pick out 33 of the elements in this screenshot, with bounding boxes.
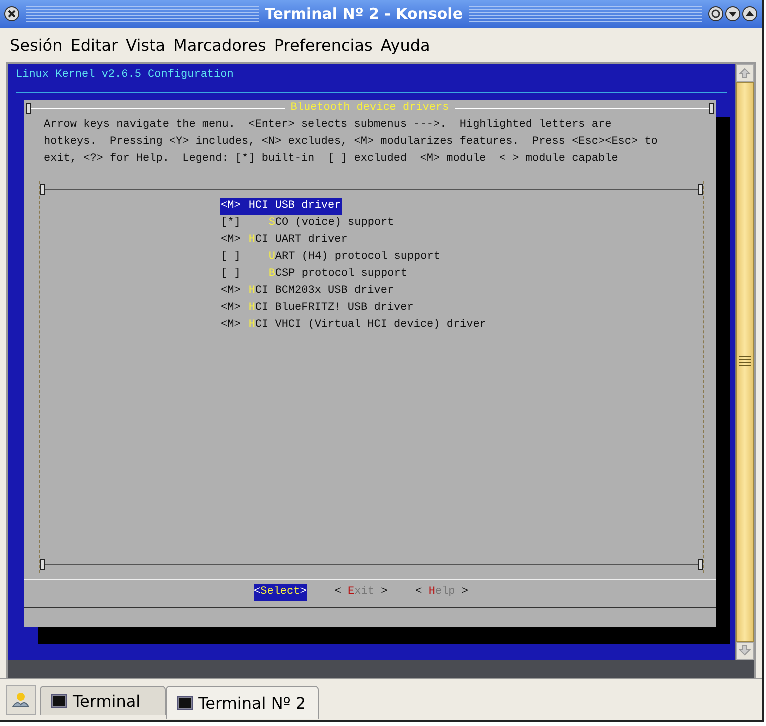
menu-item[interactable]: Marcadores [170, 36, 270, 54]
menu-option[interactable]: [*] SCO (voice) support [220, 215, 396, 232]
dialog-button[interactable]: < Exit > [334, 584, 388, 600]
close-button[interactable] [4, 6, 20, 22]
menu-option[interactable]: [ ] UART (H4) protocol support [220, 249, 442, 266]
menu-option[interactable]: <M> HCI VHCI (Virtual HCI device) driver [220, 317, 488, 334]
dialog-title: Bluetooth device drivers [290, 101, 450, 116]
help-text: hotkeys. Pressing <Y> includes, <N> excludes, <M> modularizes features. Press <Esc><Esc> to [44, 135, 659, 150]
help-text: exit, <?> for Help. Legend: [*] built-in [ ] excluded <M> module < > module capable [44, 152, 620, 167]
menu-item[interactable]: Vista [122, 36, 170, 54]
menu-option[interactable]: <M> HCI UART driver [220, 232, 349, 249]
dialog-button[interactable]: <Select> [254, 584, 307, 600]
menu-item[interactable]: Editar [66, 36, 122, 54]
menu-option[interactable]: <M> HCI BCM203x USB driver [220, 283, 396, 300]
terminal-icon [176, 695, 193, 711]
minimize-button[interactable] [725, 6, 742, 22]
menu-option[interactable]: <M> HCI BlueFRITZ! USB driver [220, 300, 415, 317]
maximize-button[interactable] [742, 6, 758, 22]
new-session-button[interactable] [6, 685, 36, 715]
menu-option[interactable]: [ ] BCSP protocol support [220, 266, 408, 283]
help-text: Arrow keys navigate the menu. <Enter> selects submenus --->. Highlighted letters are [44, 118, 613, 133]
menu-option[interactable]: <M> HCI USB driver [220, 198, 342, 215]
tab[interactable]: Terminal Nº 2 [166, 686, 320, 719]
sun-landscape-icon [11, 690, 31, 710]
menu-item[interactable]: Ayuda [376, 36, 434, 54]
tab[interactable]: Terminal [40, 686, 166, 715]
sticky-button[interactable] [708, 6, 724, 22]
window-title: Terminal Nº 2 - Konsole [265, 5, 463, 23]
dialog-button[interactable]: < Help > [416, 584, 468, 600]
menu-item[interactable]: Preferencias [270, 36, 377, 54]
config-title: Linux Kernel v2.6.5 Configuration [15, 68, 234, 83]
menu-item[interactable]: Sesión [6, 36, 67, 54]
terminal-icon [51, 693, 67, 709]
